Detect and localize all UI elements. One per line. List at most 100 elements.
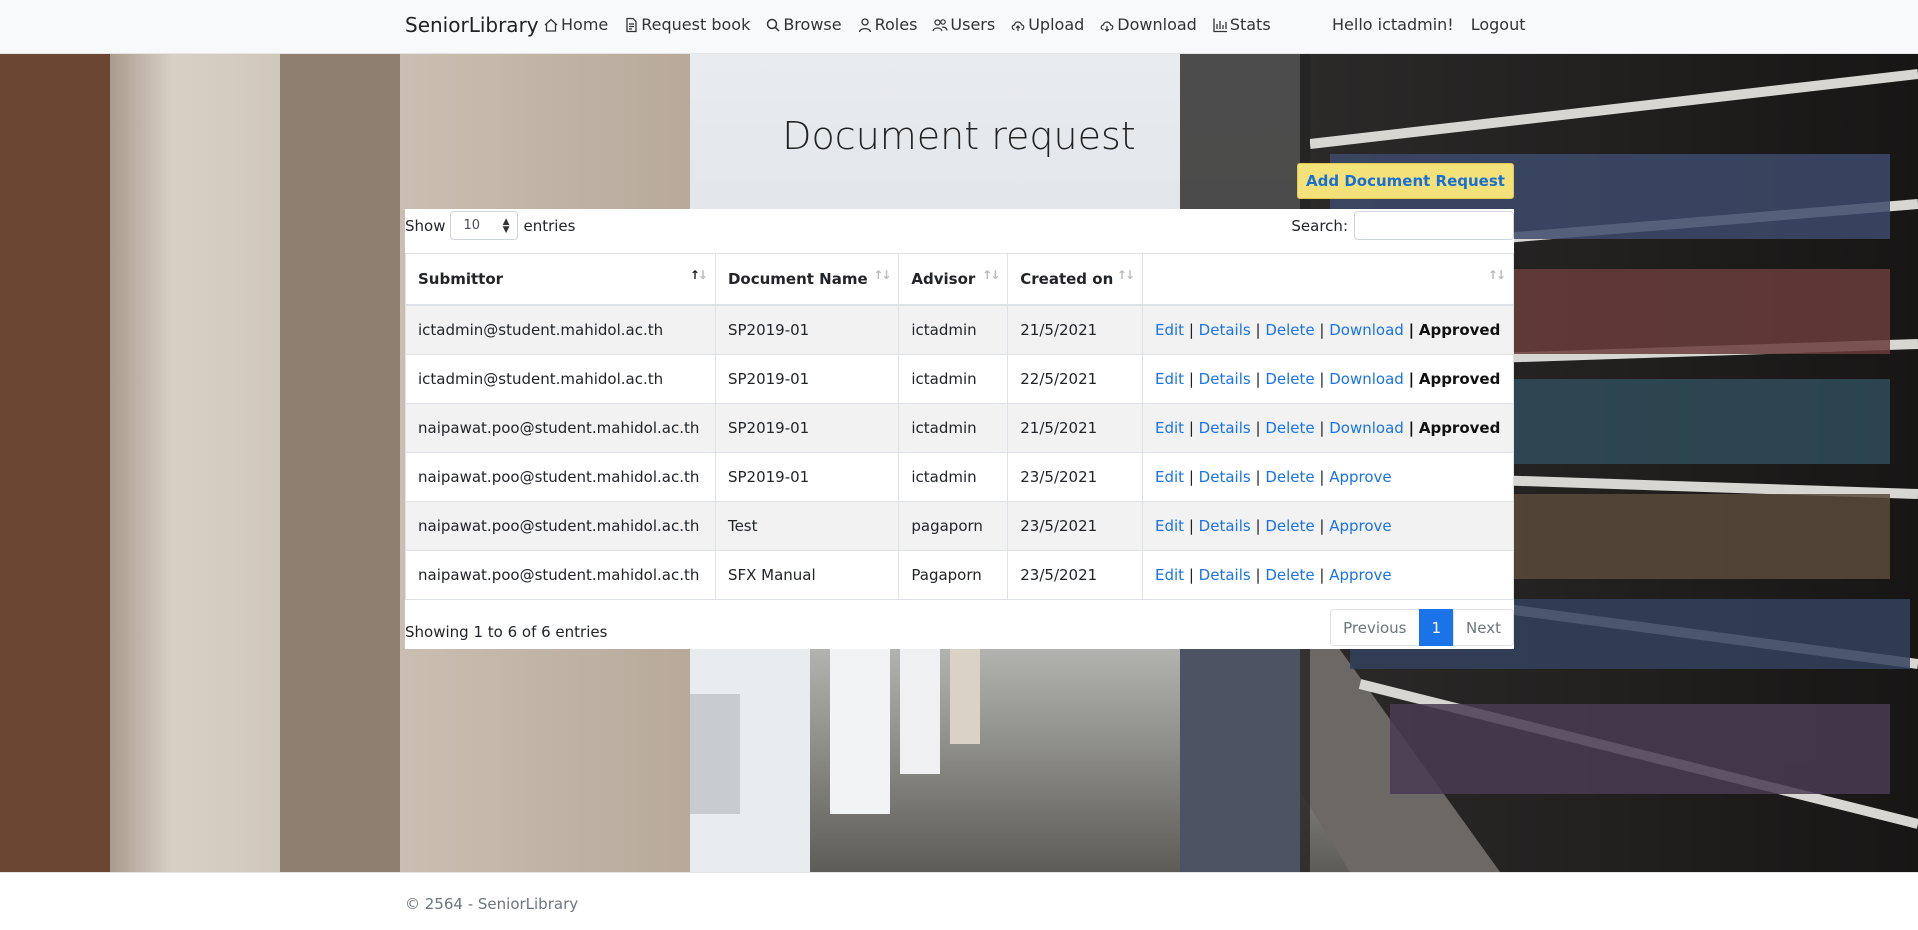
nav-browse[interactable]: Browse: [765, 15, 842, 34]
cloud-upload-icon: [1011, 20, 1025, 31]
cell-advisor: ictadmin: [898, 452, 1009, 502]
cell-submittor: ictadmin@student.mahidol.ac.th: [405, 354, 716, 404]
add-document-request-button[interactable]: Add Document Request: [1297, 163, 1514, 199]
edit-link[interactable]: Edit: [1155, 517, 1184, 535]
house-icon: [544, 18, 558, 32]
details-link[interactable]: Details: [1199, 321, 1251, 339]
download-link[interactable]: Download: [1329, 321, 1404, 339]
nav-browse-label: Browse: [783, 15, 842, 34]
details-link[interactable]: Details: [1199, 517, 1251, 535]
delete-link[interactable]: Delete: [1265, 566, 1314, 584]
column-header-actions[interactable]: ↑↓: [1142, 253, 1515, 306]
navbar: SeniorLibrary Home Request book Browse R…: [0, 0, 1918, 54]
nav-home[interactable]: Home: [543, 15, 608, 34]
nav-users-label: Users: [950, 15, 996, 34]
select-arrows-icon: ▲ ▼: [502, 216, 510, 235]
edit-link[interactable]: Edit: [1155, 419, 1184, 437]
edit-link[interactable]: Edit: [1155, 321, 1184, 339]
details-link[interactable]: Details: [1199, 419, 1251, 437]
cell-actions: Edit | Details | Delete | Download | App…: [1142, 403, 1515, 453]
nav-links: Home Request book Browse Roles Users Upl…: [543, 15, 1271, 34]
delete-link[interactable]: Delete: [1265, 468, 1314, 486]
brand-link[interactable]: SeniorLibrary: [405, 13, 539, 37]
approve-link[interactable]: Approve: [1329, 517, 1391, 535]
edit-link[interactable]: Edit: [1155, 370, 1184, 388]
entries-length-control: Show 10 ▲ ▼ entries: [405, 211, 575, 240]
pagination-page-1[interactable]: 1: [1418, 609, 1455, 646]
delete-link[interactable]: Delete: [1265, 517, 1314, 535]
cell-submittor: naipawat.poo@student.mahidol.ac.th: [405, 501, 716, 551]
cell-actions: Edit | Details | Delete | Approve: [1142, 501, 1515, 551]
nav-upload[interactable]: Upload: [1010, 15, 1084, 34]
table-info: Showing 1 to 6 of 6 entries: [405, 623, 608, 641]
entries-label: entries: [523, 216, 576, 235]
table-header-row: Submittor ↑↓ Document Name ↑↓ Advisor ↑↓…: [405, 253, 1515, 306]
cell-document-name: SP2019-01: [715, 452, 900, 502]
cell-actions: Edit | Details | Delete | Download | App…: [1142, 354, 1515, 404]
cell-created-on: 23/5/2021: [1007, 501, 1143, 551]
logout-link[interactable]: Logout: [1471, 15, 1526, 34]
nav-users[interactable]: Users: [932, 15, 995, 34]
entries-per-page-select[interactable]: 10 ▲ ▼: [450, 211, 519, 240]
table-row: ictadmin@student.mahidol.ac.th SP2019-01…: [405, 305, 1515, 355]
nav-download[interactable]: Download: [1099, 15, 1197, 34]
edit-link[interactable]: Edit: [1155, 468, 1184, 486]
nav-stats-label: Stats: [1229, 15, 1271, 34]
pagination: Previous 1 Next: [1330, 609, 1514, 646]
delete-link[interactable]: Delete: [1265, 370, 1314, 388]
column-header-submittor[interactable]: Submittor ↑↓: [405, 253, 716, 306]
details-link[interactable]: Details: [1199, 370, 1251, 388]
column-header-document-name[interactable]: Document Name ↑↓: [715, 253, 900, 306]
cell-created-on: 22/5/2021: [1007, 354, 1143, 404]
search-icon: [767, 18, 780, 32]
column-header-label: Submittor: [418, 270, 504, 288]
search-label: Search:: [1291, 216, 1348, 235]
cell-document-name: Test: [715, 501, 900, 551]
greeting-text: Hello ictadmin!: [1332, 15, 1454, 34]
nav-stats[interactable]: Stats: [1212, 15, 1271, 34]
nav-user-area: Hello ictadmin! Logout: [1332, 15, 1525, 34]
cell-document-name: SP2019-01: [715, 403, 900, 453]
sort-icon: ↑↓: [1116, 268, 1135, 282]
table-row: naipawat.poo@student.mahidol.ac.th Test …: [405, 501, 1515, 551]
nav-request-book[interactable]: Request book: [623, 15, 750, 34]
hero-background: Document request Add Document Request Sh…: [0, 54, 1918, 872]
people-icon: [932, 18, 949, 31]
cell-actions: Edit | Details | Delete | Download | App…: [1142, 305, 1515, 355]
cell-advisor: Pagaporn: [898, 550, 1009, 600]
column-header-created-on[interactable]: Created on ↑↓: [1007, 253, 1143, 306]
cell-created-on: 23/5/2021: [1007, 550, 1143, 600]
pagination-previous[interactable]: Previous: [1330, 609, 1420, 646]
column-header-advisor[interactable]: Advisor ↑↓: [898, 253, 1009, 306]
table-row: naipawat.poo@student.mahidol.ac.th SP201…: [405, 452, 1515, 502]
document-table-panel: Show 10 ▲▼ entries Search: Submittor ↑↓: [405, 209, 1515, 649]
cell-created-on: 23/5/2021: [1007, 452, 1143, 502]
approve-link[interactable]: Approve: [1329, 566, 1391, 584]
sort-icon: ↑↓: [982, 268, 1000, 282]
cell-submittor: naipawat.poo@student.mahidol.ac.th: [405, 550, 716, 600]
edit-link[interactable]: Edit: [1155, 566, 1184, 584]
approve-link[interactable]: Approve: [1329, 468, 1391, 486]
cell-advisor: ictadmin: [898, 403, 1009, 453]
column-header-label: Created on: [1020, 270, 1114, 288]
cell-submittor: ictadmin@student.mahidol.ac.th: [405, 305, 716, 355]
footer-copyright: © 2564 - SeniorLibrary: [405, 895, 579, 913]
download-link[interactable]: Download: [1329, 370, 1404, 388]
delete-link[interactable]: Delete: [1265, 321, 1314, 339]
pagination-next[interactable]: Next: [1453, 609, 1514, 646]
cell-document-name: SFX Manual: [715, 550, 900, 600]
table-row: naipawat.poo@student.mahidol.ac.th SFX M…: [405, 550, 1515, 600]
details-link[interactable]: Details: [1199, 566, 1251, 584]
nav-roles[interactable]: Roles: [857, 15, 917, 34]
delete-link[interactable]: Delete: [1265, 419, 1314, 437]
cell-advisor: ictadmin: [898, 354, 1009, 404]
approved-status: Approved: [1418, 370, 1501, 388]
details-link[interactable]: Details: [1199, 468, 1251, 486]
cell-submittor: naipawat.poo@student.mahidol.ac.th: [405, 403, 716, 453]
footer: © 2564 - SeniorLibrary: [0, 872, 1918, 930]
cell-advisor: pagaporn: [898, 501, 1009, 551]
sort-icon: ↑↓: [1487, 268, 1506, 282]
cell-advisor: ictadmin: [898, 305, 1009, 355]
download-link[interactable]: Download: [1329, 419, 1404, 437]
search-input[interactable]: [1354, 211, 1514, 240]
